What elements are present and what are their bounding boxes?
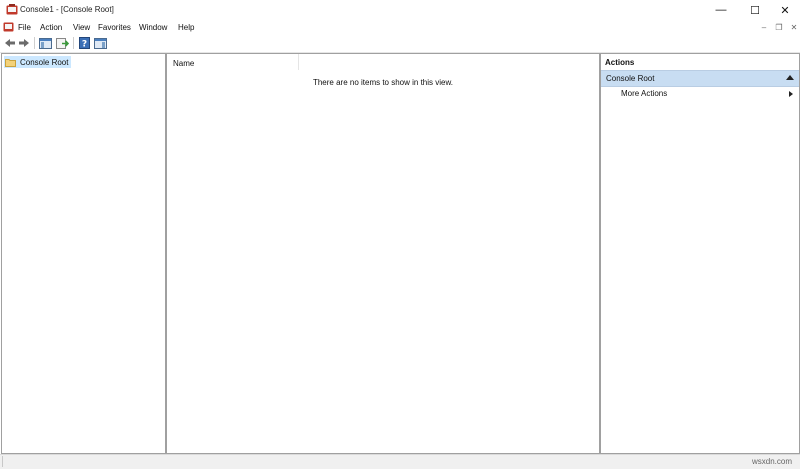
- status-bar: [0, 454, 800, 469]
- collapse-up-icon[interactable]: [786, 75, 794, 80]
- help-icon[interactable]: ?: [77, 36, 91, 50]
- maximize-button[interactable]: ☐: [740, 0, 770, 20]
- toolbar: [0, 34, 800, 53]
- show-hide-tree-icon[interactable]: [38, 36, 52, 50]
- watermark: wsxdn.com: [752, 457, 793, 466]
- actions-section-label: Console Root: [606, 74, 655, 83]
- more-actions-item[interactable]: More Actions: [601, 88, 799, 101]
- column-header-label: Name: [173, 59, 195, 68]
- child-restore-button[interactable]: ❐: [773, 21, 785, 33]
- mmc-app-icon: [6, 4, 18, 15]
- empty-view-message: There are no items to show in this view.: [312, 78, 454, 87]
- status-bar-segment: [0, 456, 3, 467]
- forward-arrow-icon[interactable]: [17, 36, 31, 50]
- menu-window[interactable]: Window: [139, 23, 167, 32]
- title-bar: [0, 0, 800, 20]
- console-tree-pane[interactable]: Console Root: [1, 53, 166, 454]
- actions-pane-title: Actions: [605, 58, 635, 67]
- actions-pane-header: Actions: [601, 54, 799, 69]
- actions-pane: Actions Console Root More Actions: [600, 53, 800, 454]
- window-title: Console1 - [Console Root]: [20, 5, 114, 14]
- menu-action[interactable]: Action: [40, 23, 62, 32]
- show-hide-action-pane-icon[interactable]: [93, 36, 107, 50]
- export-list-icon[interactable]: [55, 36, 69, 50]
- actions-section-console-root[interactable]: Console Root: [601, 70, 799, 87]
- toolbar-separator: [73, 37, 74, 49]
- submenu-arrow-icon: [789, 91, 793, 97]
- tree-node-console-root[interactable]: Console Root: [4, 56, 72, 68]
- close-button[interactable]: ✕: [770, 0, 800, 20]
- svg-text:?: ?: [81, 40, 86, 50]
- more-actions-label: More Actions: [621, 89, 668, 98]
- minimize-button[interactable]: —: [706, 0, 736, 20]
- tree-node-label: Console Root: [20, 57, 69, 67]
- child-minimize-button[interactable]: –: [758, 21, 770, 33]
- child-close-button[interactable]: ✕: [788, 21, 800, 33]
- child-window-icon[interactable]: [3, 21, 14, 32]
- column-header-name[interactable]: Name: [167, 54, 299, 70]
- menu-help[interactable]: Help: [178, 23, 194, 32]
- folder-icon: [5, 58, 16, 67]
- menu-favorites[interactable]: Favorites: [98, 23, 131, 32]
- toolbar-separator: [34, 37, 35, 49]
- back-arrow-icon[interactable]: [3, 36, 17, 50]
- menu-file[interactable]: File: [18, 23, 31, 32]
- results-pane[interactable]: Name There are no items to show in this …: [166, 53, 600, 454]
- menu-view[interactable]: View: [73, 23, 90, 32]
